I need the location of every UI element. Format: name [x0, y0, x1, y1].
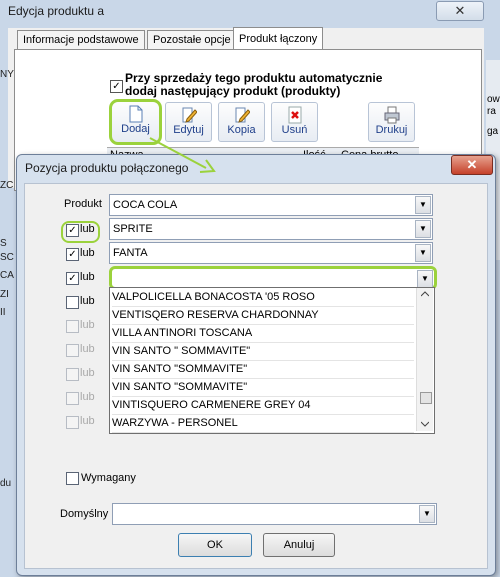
delete-icon — [288, 106, 301, 124]
list-item[interactable]: VIN SANTO "SOMMAVITE" — [112, 379, 414, 397]
left-fragment: S — [0, 238, 7, 249]
kopia-label: Kopia — [227, 124, 256, 136]
lub-label-3: lub — [80, 271, 95, 283]
produkt-combo[interactable]: COCA COLA ▼ — [109, 194, 433, 216]
list-item[interactable]: VALPOLICELLA BONACOSTA '05 ROSO — [112, 289, 414, 307]
wymagany-label: Wymagany — [81, 472, 136, 484]
lub-label-2: lub — [80, 247, 95, 259]
copy-icon — [235, 107, 250, 123]
dodaj-button[interactable]: Dodaj — [109, 99, 162, 145]
usun-button[interactable]: Usuń — [271, 102, 318, 142]
lub-label-8: lub — [80, 391, 95, 403]
lub-checkbox-8 — [66, 392, 79, 405]
chevron-down-icon[interactable]: ▼ — [415, 196, 431, 214]
tab-produkt-laczony[interactable]: Produkt łączony — [233, 27, 324, 50]
lub-value-3 — [112, 273, 115, 285]
chevron-down-icon[interactable]: ▼ — [415, 244, 431, 262]
wymagany-checkbox[interactable] — [66, 472, 79, 485]
domyslny-value — [113, 508, 116, 520]
drukuj-label: Drukuj — [375, 124, 408, 136]
lub-checkbox-1[interactable]: ✓ — [66, 224, 79, 237]
edit-icon — [182, 107, 197, 123]
edytuj-button[interactable]: Edytuj — [165, 102, 212, 142]
lub-checkbox-6 — [66, 344, 79, 357]
usun-label: Usuń — [281, 124, 308, 136]
lub-checkbox-7 — [66, 368, 79, 381]
list-item[interactable]: VIN SANTO "SOMMAVITE" — [112, 361, 414, 379]
scroll-down-icon[interactable] — [421, 421, 429, 427]
lub-checkbox-5 — [66, 320, 79, 333]
lub-combo-2[interactable]: FANTA ▼ — [109, 242, 433, 264]
lub-checkbox-9 — [66, 416, 79, 429]
lub-label-6: lub — [80, 343, 95, 355]
chevron-down-icon[interactable]: ▼ — [419, 505, 435, 523]
produkt-value: COCA COLA — [113, 199, 178, 211]
left-fragment: ZC — [0, 180, 14, 191]
left-fragment: II — [0, 307, 6, 318]
list-item[interactable]: WARZYWA - PERSONEL — [112, 415, 414, 433]
lub-label-4: lub — [80, 295, 95, 307]
auto-add-checkbox[interactable]: ✓ — [110, 80, 123, 93]
edytuj-label: Edytuj — [173, 124, 204, 136]
lub-checkbox-3[interactable]: ✓ — [66, 272, 79, 285]
lub-label-5: lub — [80, 319, 95, 331]
chevron-down-icon[interactable]: ▼ — [417, 270, 433, 288]
ok-button[interactable]: OK — [178, 533, 252, 557]
scroll-thumb[interactable] — [420, 392, 432, 404]
lub-combo-1[interactable]: SPRITE ▼ — [109, 218, 433, 240]
background-window-title: Edycja produktu a — [8, 4, 105, 18]
right-fragment: ga — [487, 126, 499, 137]
left-fragment: ZI — [0, 289, 9, 300]
scroll-up-icon[interactable] — [421, 291, 429, 297]
dodaj-label: Dodaj — [121, 123, 150, 135]
list-item[interactable]: VILLA ANTINORI TOSCANA — [112, 325, 414, 343]
tab-pozostale-opcje[interactable]: Pozostałe opcje — [147, 30, 237, 50]
lub-checkbox-4[interactable] — [66, 296, 79, 309]
list-item[interactable]: VINTISQUERO CARMENERE GREY 04 — [112, 397, 414, 415]
list-item[interactable]: VIN SANTO " SOMMAVITE" — [112, 343, 414, 361]
lub-checkbox-2[interactable]: ✓ — [66, 248, 79, 261]
produkt-label: Produkt — [64, 198, 102, 210]
cancel-button[interactable]: Anuluj — [263, 533, 335, 557]
domyslny-combo[interactable]: ▼ — [112, 503, 437, 525]
left-fragment: CA — [0, 270, 14, 281]
printer-icon — [384, 106, 399, 124]
drukuj-button[interactable]: Drukuj — [368, 102, 415, 142]
lub-label-9: lub — [80, 415, 95, 427]
left-fragment: du — [0, 478, 12, 489]
right-fragment: ra — [487, 106, 496, 117]
lub-value-2: FANTA — [113, 247, 148, 259]
tab-informacje-podstawowe[interactable]: Informacje podstawowe — [17, 30, 145, 50]
list-item[interactable]: VENTISQERO RESERVA CHARDONNAY — [112, 307, 414, 325]
left-fragment: NY — [0, 69, 14, 80]
auto-add-label: Przy sprzedaży tego produktu automatyczn… — [125, 71, 383, 98]
dropdown-scrollbar[interactable] — [416, 288, 433, 431]
kopia-button[interactable]: Kopia — [218, 102, 265, 142]
right-fragment: owi — [487, 94, 500, 105]
dialog-close-button[interactable]: ✕ — [451, 155, 493, 175]
chevron-down-icon[interactable]: ▼ — [415, 220, 431, 238]
lub-label-1: lub — [80, 223, 95, 235]
new-document-icon — [129, 105, 142, 123]
left-fragment: SC — [0, 252, 14, 263]
lub-label-7: lub — [80, 367, 95, 379]
background-close-button[interactable]: ✕ — [436, 1, 484, 21]
dialog-title: Pozycja produktu połączonego — [25, 161, 189, 175]
domyslny-label: Domyślny — [60, 508, 109, 520]
lub-value-1: SPRITE — [113, 223, 153, 235]
